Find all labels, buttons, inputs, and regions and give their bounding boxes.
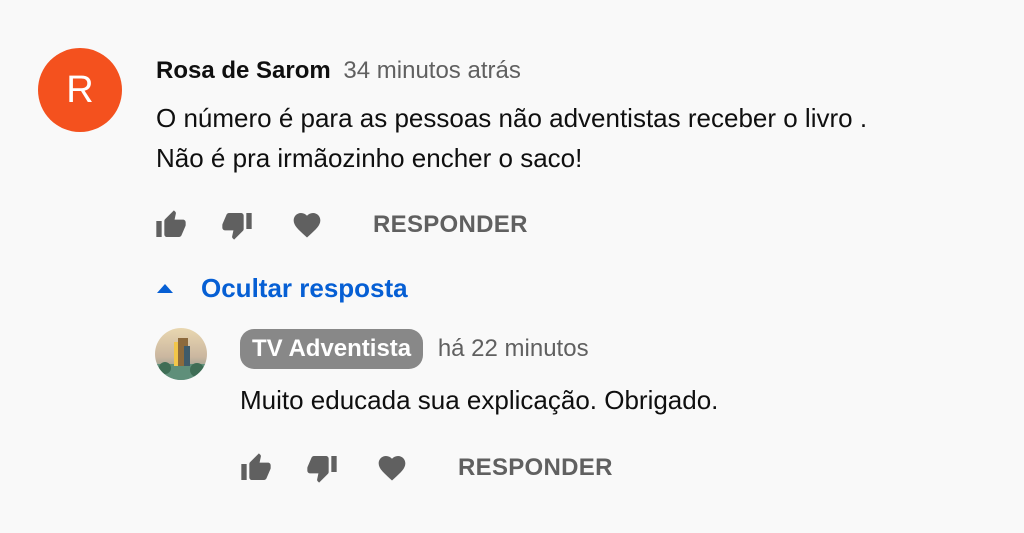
channel-owner-badge[interactable]: TV Adventista: [240, 329, 424, 369]
comment-body: Rosa de Sarom 34 minutos atrás O número …: [156, 56, 996, 178]
reply-header: TV Adventista há 22 minutos: [240, 328, 940, 370]
comment-time[interactable]: 34 minutos atrás: [343, 57, 520, 84]
reply-text: Muito educada sua explicação. Obrigado.: [240, 385, 719, 415]
avatar[interactable]: R: [38, 48, 122, 132]
heart-icon[interactable]: [376, 452, 408, 484]
comment-actions: RESPONDER: [155, 205, 528, 245]
comment-author[interactable]: Rosa de Sarom: [156, 57, 331, 84]
hide-replies-label: Ocultar resposta: [201, 272, 408, 303]
comment-text-line: Não é pra irmãozinho encher o saco!: [156, 143, 583, 173]
hide-replies-button[interactable]: Ocultar resposta: [155, 268, 408, 308]
reply-button[interactable]: RESPONDER: [373, 211, 528, 239]
channel-avatar[interactable]: [155, 328, 207, 380]
comment-header: Rosa de Sarom 34 minutos atrás: [156, 56, 996, 86]
reply-actions: RESPONDER: [240, 448, 613, 488]
thumbs-up-icon[interactable]: [240, 452, 272, 484]
reply-body: TV Adventista há 22 minutos Muito educad…: [240, 328, 940, 418]
caret-up-icon: [155, 278, 175, 298]
comment-thread: R Rosa de Sarom 34 minutos atrás O númer…: [0, 0, 1024, 533]
comment-text: O número é para as pessoas não adventist…: [156, 98, 996, 178]
heart-icon[interactable]: [291, 209, 323, 241]
thumbs-down-icon[interactable]: [306, 452, 338, 484]
thumbs-up-icon[interactable]: [155, 209, 187, 241]
comment-text-line: O número é para as pessoas não adventist…: [156, 103, 868, 133]
reply-time[interactable]: há 22 minutos: [438, 335, 589, 362]
thumbs-down-icon[interactable]: [221, 209, 253, 241]
reply-button[interactable]: RESPONDER: [458, 454, 613, 482]
